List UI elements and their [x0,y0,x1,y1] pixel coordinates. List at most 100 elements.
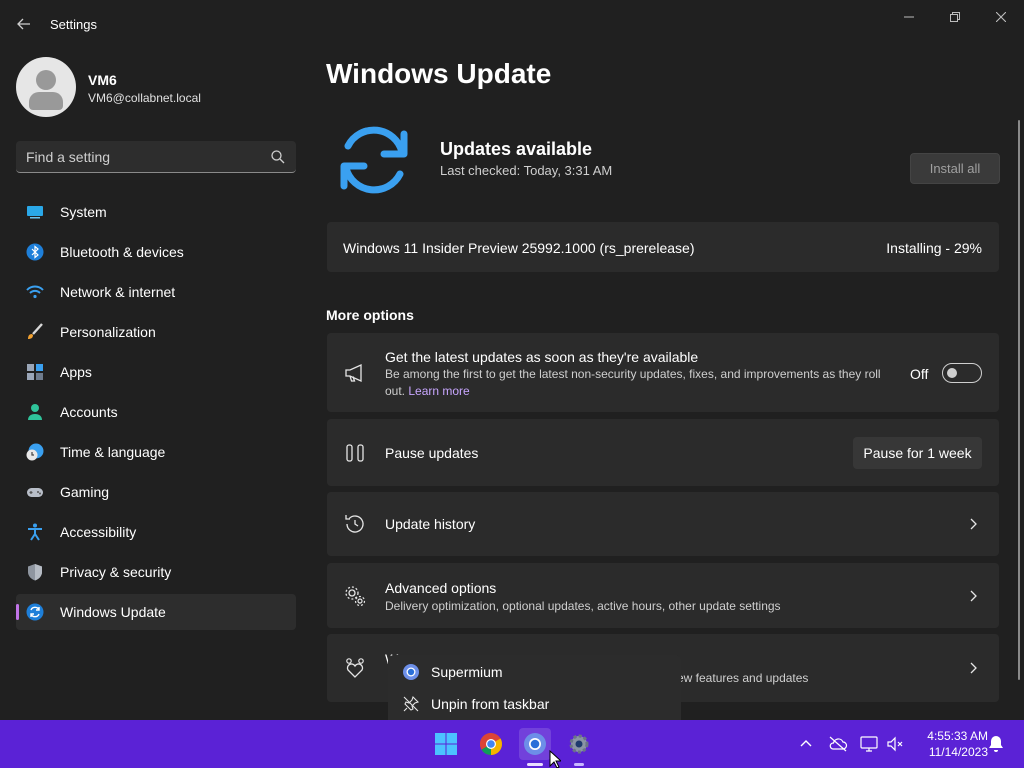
gears-icon [345,586,366,607]
network-icon[interactable] [859,734,879,754]
update-progress-status: Installing - 29% [886,240,982,256]
sidebar-item-accessibility[interactable]: Accessibility [16,514,296,550]
learn-more-link[interactable]: Learn more [408,384,469,398]
chevron-up-icon[interactable] [796,734,816,754]
sidebar-item-label: Time & language [60,444,166,460]
page-title: Windows Update [326,58,552,89]
last-checked-text: Last checked: Today, 3:31 AM [440,163,613,178]
advanced-options-desc: Delivery optimization, optional updates,… [385,599,781,613]
wifi-icon [26,285,44,299]
install-all-button[interactable]: Install all [910,153,1000,184]
chrome-icon [480,733,502,755]
insider-program-desc: ew features and updates [677,671,809,685]
cloud-offline-icon[interactable] [828,734,848,754]
close-icon [996,12,1006,22]
search-icon[interactable] [270,149,286,165]
windows-update-icon [340,126,408,194]
system-icon [27,206,43,219]
sidebar-item-label: Bluetooth & devices [60,244,184,260]
sidebar-item-accounts[interactable]: Accounts [16,394,296,430]
system-clock[interactable]: 4:55:33 AM 11/14/2023 [912,728,988,760]
supermium-icon [403,664,419,680]
taskbar-supermium[interactable] [519,728,551,766]
settings-icon [569,734,589,754]
sidebar-item-system[interactable]: System [16,194,296,230]
mouse-cursor-icon [549,750,561,768]
start-button[interactable] [430,728,462,760]
sidebar-item-gaming[interactable]: Gaming [16,474,296,510]
jump-list-label: Supermium [431,664,503,680]
pause-updates-title: Pause updates [385,445,479,461]
sidebar-item-label: Windows Update [60,604,166,620]
chevron-right-icon [970,662,977,674]
toggle-state-label: Off [910,366,929,382]
sidebar-item-personalization[interactable]: Personalization [16,314,296,350]
jump-list-label: Unpin from taskbar [431,696,550,712]
sidebar-nav: System Bluetooth & devices Network & int… [16,194,296,634]
accessibility-icon [28,523,42,541]
advanced-options-title: Advanced options [385,580,497,596]
app-title: Settings [50,17,97,32]
back-button[interactable] [10,10,38,38]
jump-list-item-supermium[interactable]: Supermium [388,656,681,686]
pause-updates-card: Pause updates Pause for 1 week [327,419,999,486]
close-button[interactable] [978,4,1024,30]
clock-date: 11/14/2023 [928,745,988,759]
supermium-icon [524,733,546,755]
restore-icon [950,12,960,22]
sidebar-item-time-language[interactable]: Time & language [16,434,296,470]
latest-updates-title: Get the latest updates as soon as they'r… [385,349,699,365]
windows-update-icon [26,603,44,621]
taskbar-jump-list: Supermium Unpin from taskbar [388,655,681,721]
start-icon [435,733,457,755]
shield-icon [28,564,42,581]
chevron-right-icon [970,590,977,602]
maximize-button[interactable] [932,4,978,30]
sidebar-item-network[interactable]: Network & internet [16,274,296,310]
update-item-card: Windows 11 Insider Preview 25992.1000 (r… [327,222,999,272]
bluetooth-icon [26,243,44,261]
update-history-card[interactable]: Update history [327,492,999,556]
volume-muted-icon[interactable] [885,734,905,754]
jump-list-item-unpin[interactable]: Unpin from taskbar [388,688,681,718]
sidebar-item-label: Accounts [60,404,118,420]
accounts-icon [28,404,42,420]
sidebar-item-label: Personalization [60,324,156,340]
taskbar: 4:55:33 AM 11/14/2023 [0,720,1024,768]
taskbar-settings[interactable] [563,728,595,766]
brush-icon [28,323,43,339]
search-input[interactable] [26,147,261,167]
sidebar-item-label: Gaming [60,484,110,500]
latest-updates-card[interactable]: Get the latest updates as soon as they'r… [327,333,999,412]
minimize-icon [904,16,914,18]
advanced-options-card[interactable]: Advanced options Delivery optimization, … [327,563,999,628]
taskbar-chrome[interactable] [475,728,507,760]
unpin-icon [403,695,420,712]
sidebar-item-apps[interactable]: Apps [16,354,296,390]
search-box [16,141,296,173]
more-options-heading: More options [326,307,414,323]
megaphone-icon [345,363,362,383]
sidebar-item-privacy[interactable]: Privacy & security [16,554,296,590]
scrollbar[interactable] [1018,120,1020,680]
user-profile[interactable]: VM6 VM6@collabnet.local [16,57,296,117]
pause-for-week-button[interactable]: Pause for 1 week [853,437,982,469]
sidebar-item-label: Privacy & security [60,564,172,580]
minimize-button[interactable] [886,4,932,30]
sidebar-item-windows-update[interactable]: Windows Update [16,594,296,630]
latest-updates-toggle[interactable] [942,363,982,383]
latest-updates-desc: Be among the first to get the latest non… [385,367,881,398]
update-status-title: Updates available [440,139,593,159]
avatar [16,57,76,117]
pause-icon [346,444,364,462]
update-name: Windows 11 Insider Preview 25992.1000 (r… [343,240,695,256]
clock-time: 4:55:33 AM [927,729,988,743]
sidebar-item-bluetooth[interactable]: Bluetooth & devices [16,234,296,270]
title-bar: Settings [0,0,1024,48]
sidebar-item-label: Apps [60,364,92,380]
insider-hearts-icon [346,658,364,678]
user-email: VM6@collabnet.local [88,91,201,105]
notification-bell-icon[interactable] [986,734,1006,754]
apps-icon [27,364,43,380]
chevron-right-icon [970,518,977,530]
